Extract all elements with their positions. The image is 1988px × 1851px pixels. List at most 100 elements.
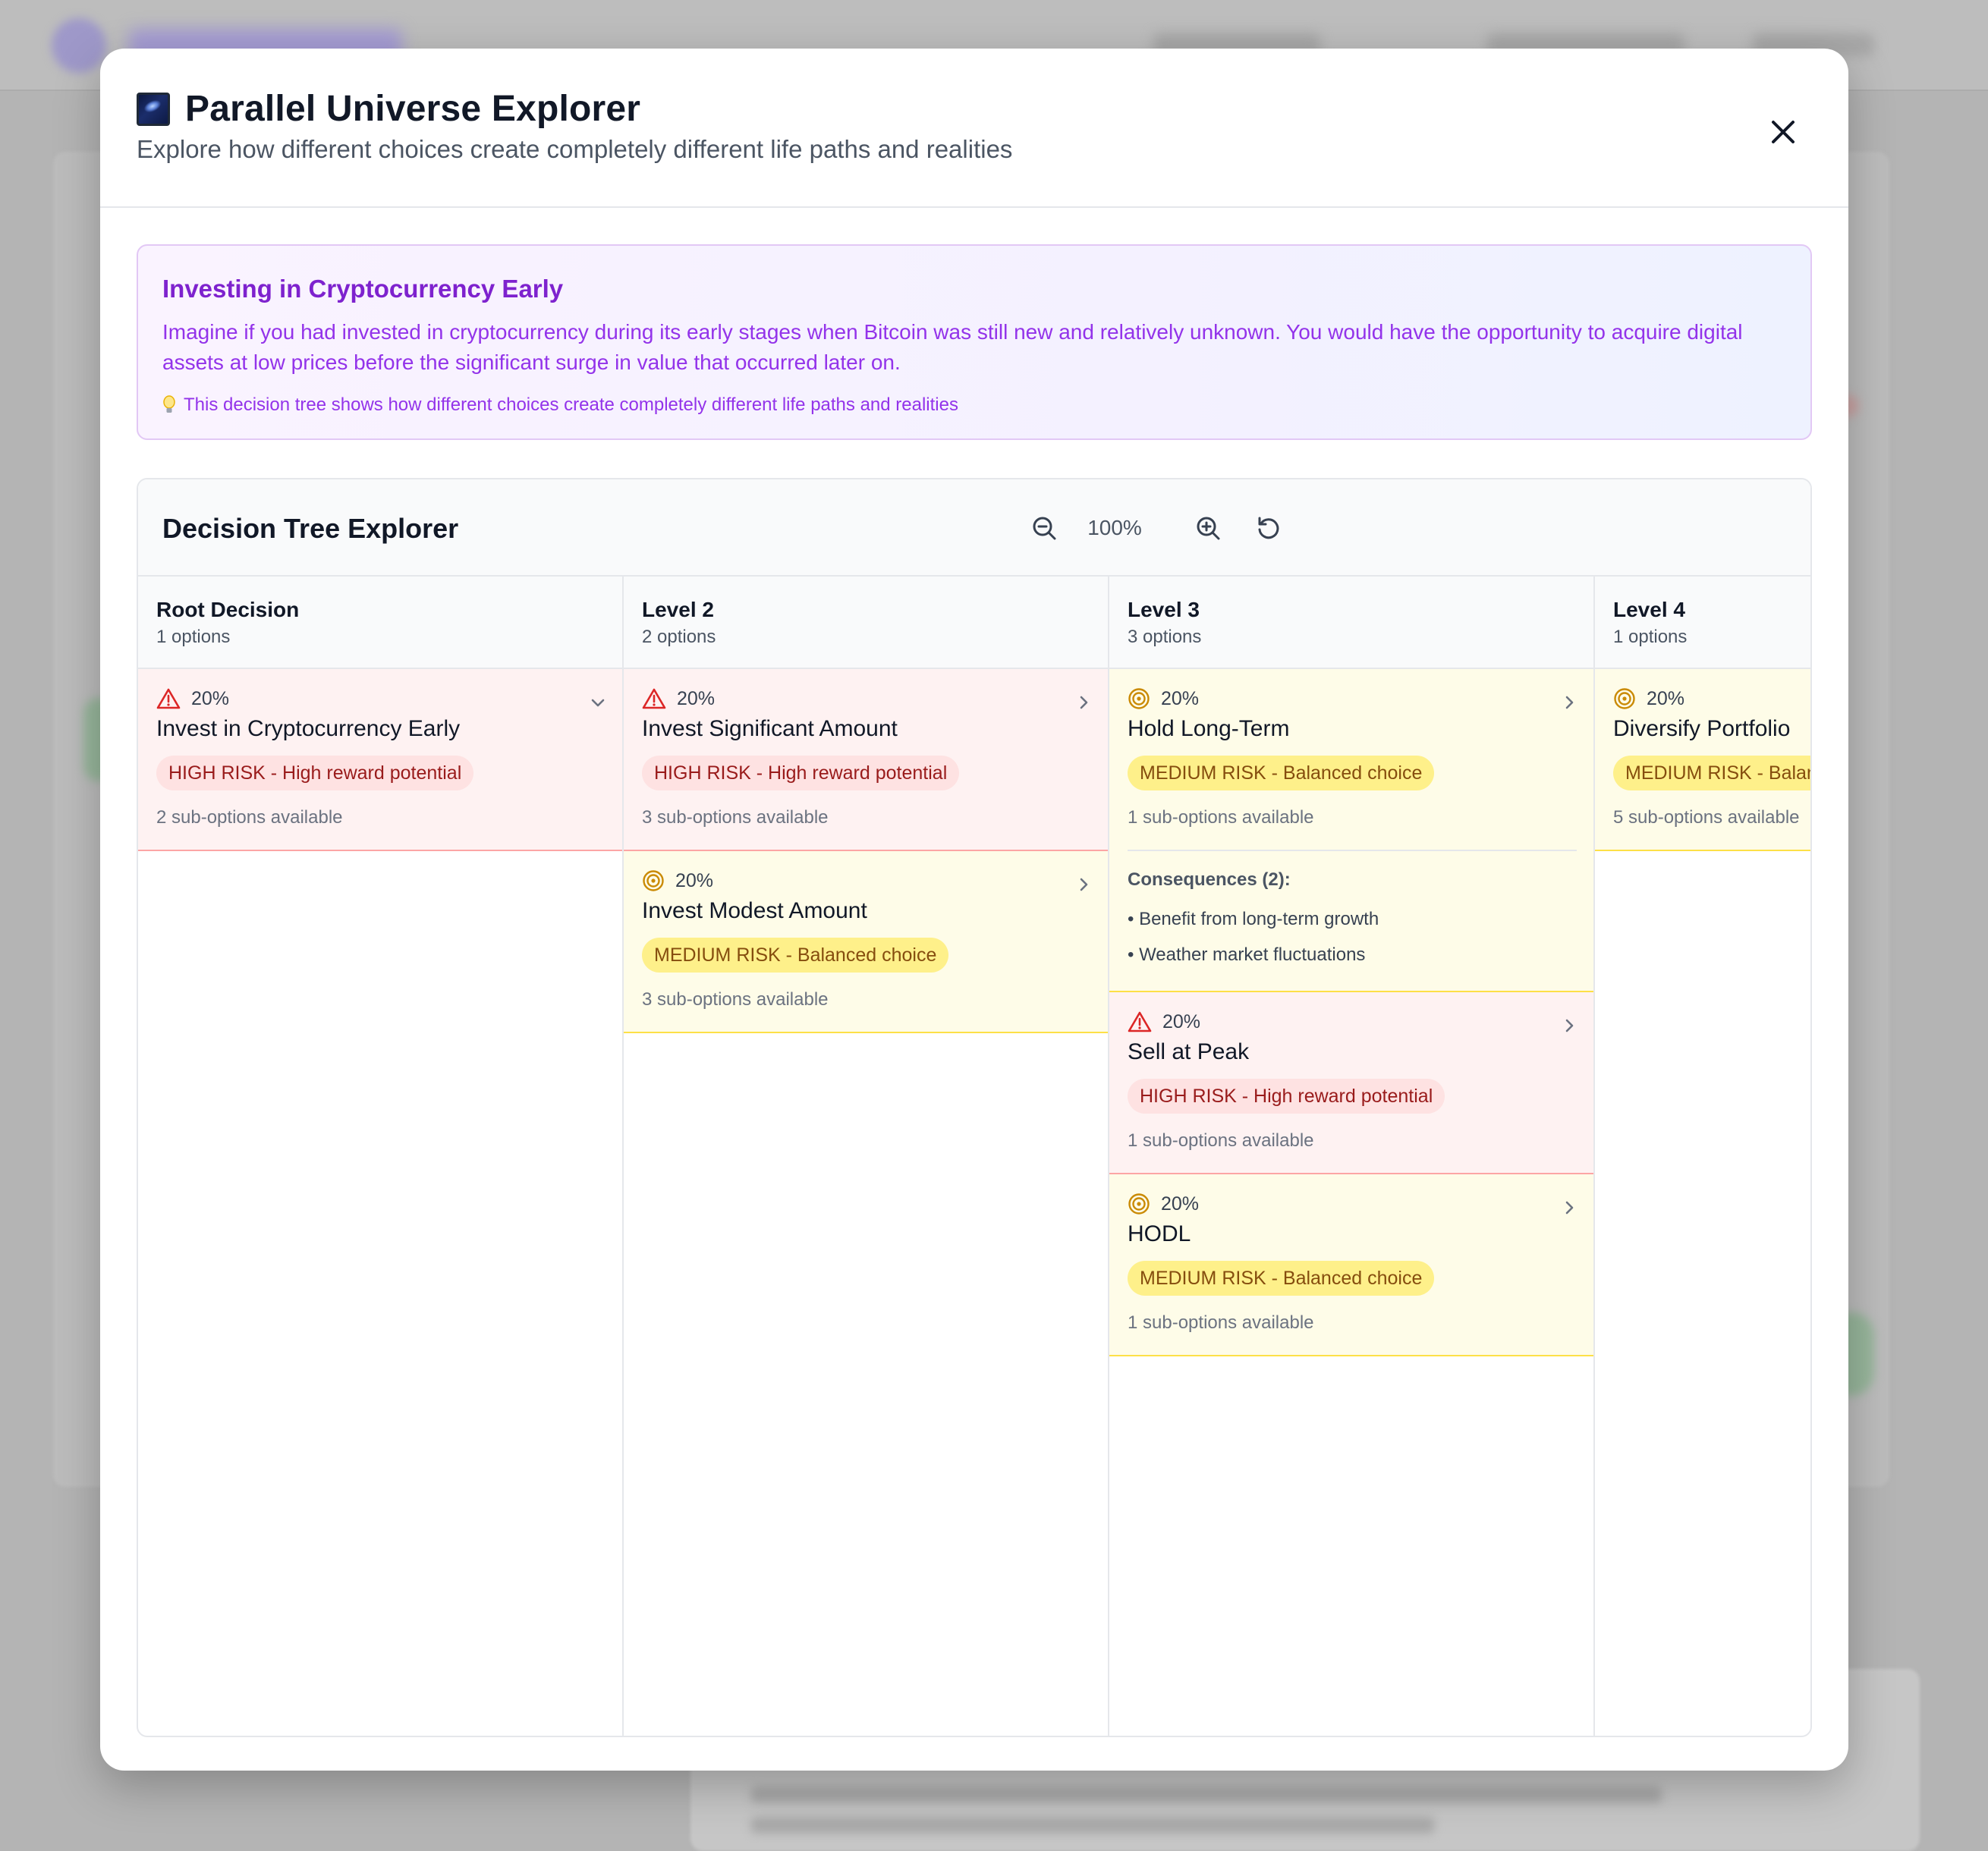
zoom-out-button[interactable] <box>1026 510 1062 546</box>
modal-header: Parallel Universe Explorer Explore how d… <box>100 49 1848 208</box>
sub-options-count: 3 sub-options available <box>642 989 829 1010</box>
card-percentage: 20% <box>1162 1010 1201 1032</box>
scenario-box: Investing in Cryptocurrency Early Imagin… <box>137 244 1812 440</box>
column-title: Level 3 <box>1128 598 1200 621</box>
background-logo-icon <box>52 18 106 73</box>
card-meta: 20% <box>1128 687 1199 710</box>
scenario-title: Investing in Cryptocurrency Early <box>162 275 564 303</box>
target-icon <box>1614 688 1635 709</box>
consequences-title: Consequences (2): <box>1128 869 1291 890</box>
decision-tree-explorer: Decision Tree Explorer 100% Root Decisio… <box>137 478 1812 1737</box>
expand-toggle[interactable] <box>1559 692 1580 713</box>
card-title: HODL <box>1128 1221 1191 1246</box>
galaxy-icon <box>137 92 170 126</box>
sub-options-count: 2 sub-options available <box>156 807 343 828</box>
card-meta: 20% <box>642 687 715 710</box>
chevron-right-icon <box>1565 696 1574 709</box>
decision-card-hodl[interactable]: 20% HODL MEDIUM RISK - Balanced choice 1… <box>1109 1174 1593 1356</box>
column-title: Level 2 <box>642 598 714 621</box>
decision-card-diversify-portfolio[interactable]: 20% Diversify Portfolio MEDIUM RISK - Ba… <box>1595 669 1810 851</box>
decision-card-invest-modest[interactable]: 20% Invest Modest Amount MEDIUM RISK - B… <box>624 851 1108 1033</box>
modal-subtitle: Explore how different choices create com… <box>137 135 1013 163</box>
risk-badge: MEDIUM RISK - Balanced choice <box>1613 756 1810 790</box>
column-level-3: Level 3 3 options 20% Hold Long-Term MED… <box>1109 577 1595 1736</box>
column-header: Level 4 1 options <box>1595 577 1810 669</box>
alert-triangle-icon <box>1128 1011 1152 1032</box>
card-meta: 20% <box>642 869 713 892</box>
chevron-right-icon <box>1565 1201 1574 1215</box>
risk-badge: HIGH RISK - High reward potential <box>642 756 960 790</box>
reset-icon <box>1258 517 1279 539</box>
consequences-section: Consequences (2): • Benefit from long-te… <box>1128 850 1577 965</box>
modal-title: Parallel Universe Explorer <box>185 89 641 129</box>
column-level-4: Level 4 1 options 20% Diversify Portfoli… <box>1595 577 1810 1736</box>
parallel-universe-modal: Parallel Universe Explorer Explore how d… <box>100 49 1848 1771</box>
decision-card-sell-at-peak[interactable]: 20% Sell at Peak HIGH RISK - High reward… <box>1109 992 1593 1174</box>
sub-options-count: 5 sub-options available <box>1613 807 1800 828</box>
expand-toggle[interactable] <box>1073 692 1094 713</box>
chevron-down-icon <box>591 699 605 707</box>
risk-badge: MEDIUM RISK - Balanced choice <box>1128 756 1435 790</box>
card-meta: 20% <box>1613 687 1684 710</box>
lightbulb-icon <box>163 395 175 413</box>
chevron-right-icon <box>1080 878 1088 891</box>
alert-triangle-icon <box>642 688 666 709</box>
decision-card-hold-long-term[interactable]: 20% Hold Long-Term MEDIUM RISK - Balance… <box>1109 669 1593 992</box>
background-text <box>751 1787 1662 1803</box>
risk-badge: MEDIUM RISK - Balanced choice <box>642 938 949 973</box>
scenario-description: Imagine if you had invested in cryptocur… <box>162 320 1743 374</box>
sub-options-count: 1 sub-options available <box>1128 1130 1314 1151</box>
target-icon <box>643 870 664 891</box>
consequence-item: • Weather market fluctuations <box>1128 944 1366 965</box>
expand-toggle[interactable] <box>587 692 609 713</box>
card-title: Invest Significant Amount <box>642 716 898 741</box>
card-percentage: 20% <box>191 687 230 709</box>
tree-header: Decision Tree Explorer 100% <box>138 479 1810 577</box>
chevron-right-icon <box>1080 696 1088 709</box>
risk-badge: HIGH RISK - High reward potential <box>156 756 474 790</box>
scenario-hint-text: This decision tree shows how different c… <box>184 394 958 415</box>
zoom-in-icon <box>1197 517 1220 540</box>
column-root-decision: Root Decision 1 options 20% Invest in Cr… <box>138 577 624 1736</box>
card-meta: 20% <box>1128 1193 1199 1215</box>
column-title: Root Decision <box>156 598 300 621</box>
modal-title-row: Parallel Universe Explorer <box>137 88 640 130</box>
zoom-level: 100% <box>1087 516 1142 539</box>
column-header: Level 2 2 options <box>624 577 1108 669</box>
card-percentage: 20% <box>675 869 714 891</box>
target-icon <box>1128 688 1150 709</box>
column-count: 3 options <box>1128 627 1202 647</box>
card-meta: 20% <box>1128 1010 1200 1033</box>
column-header: Level 3 3 options <box>1109 577 1593 669</box>
card-percentage: 20% <box>1647 687 1685 709</box>
expand-toggle[interactable] <box>1559 1015 1580 1036</box>
column-count: 1 options <box>156 627 231 647</box>
chevron-right-icon <box>1565 1019 1574 1032</box>
card-meta: 20% <box>156 687 229 710</box>
expand-toggle[interactable] <box>1073 874 1094 895</box>
risk-badge: HIGH RISK - High reward potential <box>1128 1079 1445 1114</box>
column-count: 2 options <box>642 627 716 647</box>
card-title: Hold Long-Term <box>1128 716 1290 741</box>
card-percentage: 20% <box>1161 1193 1200 1215</box>
column-header: Root Decision 1 options <box>138 577 622 669</box>
card-percentage: 20% <box>1161 687 1200 709</box>
zoom-out-icon <box>1033 517 1056 540</box>
card-percentage: 20% <box>677 687 716 709</box>
card-title: Diversify Portfolio <box>1613 716 1791 741</box>
sub-options-count: 1 sub-options available <box>1128 1312 1314 1333</box>
background-text <box>751 1817 1434 1834</box>
close-button[interactable] <box>1760 109 1806 155</box>
card-title: Invest in Cryptocurrency Early <box>156 716 461 741</box>
column-count: 1 options <box>1613 627 1688 647</box>
decision-card-invest-significant[interactable]: 20% Invest Significant Amount HIGH RISK … <box>624 669 1108 851</box>
sub-options-count: 1 sub-options available <box>1128 807 1314 828</box>
reset-view-button[interactable] <box>1250 510 1287 546</box>
card-title: Invest Modest Amount <box>642 898 867 923</box>
decision-card-invest-crypto-early[interactable]: 20% Invest in Cryptocurrency Early HIGH … <box>138 669 622 851</box>
column-level-2: Level 2 2 options 20% Invest Significant… <box>624 577 1109 1736</box>
consequence-item: • Benefit from long-term growth <box>1128 909 1379 929</box>
zoom-in-button[interactable] <box>1190 510 1226 546</box>
target-icon <box>1128 1193 1150 1215</box>
expand-toggle[interactable] <box>1559 1197 1580 1218</box>
